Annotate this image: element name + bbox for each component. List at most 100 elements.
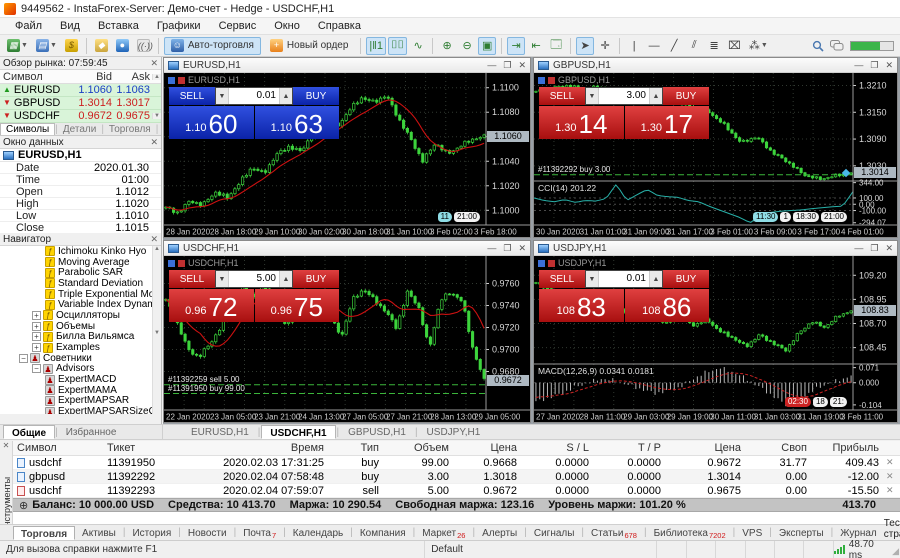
bottom-tab-статьи[interactable]: Статьи678 <box>584 526 644 540</box>
bottom-tab-маркет[interactable]: Маркет26 <box>415 526 472 540</box>
market-watch-row[interactable]: ▲EURUSD1.10601.1063 <box>0 84 161 97</box>
one-click-icon[interactable] <box>538 260 545 267</box>
market-watch-row[interactable]: ▼GBPUSD1.30141.3017 <box>0 97 161 110</box>
minimize-icon[interactable]: — <box>854 243 863 254</box>
accounts-button[interactable]: ● <box>113 37 132 55</box>
maximize-icon[interactable]: ❐ <box>870 243 878 254</box>
autoscroll-button[interactable]: ⇤ <box>527 37 545 55</box>
bottom-tab-компания[interactable]: Компания <box>353 526 413 540</box>
crosshair-button[interactable]: ✛ <box>596 37 614 55</box>
sell-price-button[interactable]: 10883 <box>539 289 624 322</box>
close-position-icon[interactable]: ✕ <box>883 457 894 468</box>
position-row[interactable]: gbpusd113922922020.02.04 07:58:48buy3.00… <box>13 470 900 484</box>
volume-value[interactable]: 3.00 <box>599 88 649 104</box>
volume-up-icon[interactable]: ▲ <box>279 88 292 104</box>
column-header-4[interactable]: Объем <box>383 442 453 454</box>
new-chart-button[interactable]: ▦▼ <box>4 37 31 55</box>
column-header-10[interactable]: Прибыль <box>811 442 883 454</box>
chart-window-titlebar[interactable]: EURUSD,H1—❐✕ <box>164 58 530 73</box>
tree-item-15[interactable]: ♟ExpertMAPSARSizeOptim <box>0 406 161 414</box>
trendline-button[interactable]: ╱ <box>665 37 683 55</box>
sell-price-button[interactable]: 0.9672 <box>169 289 254 322</box>
candles-chart-button[interactable]: ⌷⌷ <box>388 37 407 55</box>
bottom-tab-алерты[interactable]: Алерты <box>475 526 524 540</box>
one-click-icon[interactable] <box>168 260 175 267</box>
fibonacci-button[interactable]: ≣ <box>705 37 723 55</box>
zoom-out-button[interactable]: ⊖ <box>458 37 476 55</box>
tile-windows-button[interactable]: ▣ <box>478 37 496 55</box>
expand-icon[interactable]: + <box>32 311 41 320</box>
menu-item-4[interactable]: Сервис <box>210 19 266 33</box>
tree-item-11[interactable]: −♟Advisors <box>0 364 161 375</box>
volume-down-icon[interactable]: ▼ <box>586 271 599 287</box>
position-row[interactable]: usdchf113922932020.02.04 07:59:07sell5.0… <box>13 484 900 498</box>
zoom-in-button[interactable]: ⊕ <box>438 37 456 55</box>
sell-button[interactable]: SELL <box>539 270 585 288</box>
collapse-icon[interactable]: − <box>19 354 28 363</box>
maximize-icon[interactable]: ❐ <box>503 243 511 254</box>
autotrade-button[interactable]: ☺ Авто-торговля <box>164 37 261 55</box>
resize-grip[interactable]: ◢ <box>892 546 899 557</box>
scrollbar[interactable]: ▲ <box>152 74 161 80</box>
tree-item-5[interactable]: ƒVariable Index Dynamic A <box>0 299 161 310</box>
sell-button[interactable]: SELL <box>539 87 585 105</box>
bottom-tab-активы[interactable]: Активы <box>75 526 123 540</box>
line-chart-button[interactable]: ∿ <box>409 37 427 55</box>
column-header-2[interactable]: Время <box>198 442 328 454</box>
shift-end-button[interactable]: ⇥ <box>507 37 525 55</box>
text-tool-button[interactable]: ⌧ <box>725 37 744 55</box>
volume-up-icon[interactable]: ▲ <box>649 88 662 104</box>
bottom-tab-календарь[interactable]: Календарь <box>286 526 350 540</box>
close-position-icon[interactable]: ✕ <box>883 471 894 482</box>
expand-icon[interactable]: + <box>32 343 41 352</box>
tree-item-3[interactable]: ƒStandard Deviation <box>0 278 161 289</box>
menu-item-1[interactable]: Вид <box>51 19 89 33</box>
tree-item-8[interactable]: +ƒБилла Вильямса <box>0 332 161 343</box>
strategy-tester-link[interactable]: Тестер стратегий <box>884 518 900 540</box>
tree-item-12[interactable]: ♟ExpertMACD <box>0 374 161 385</box>
bottom-tab-библиотека[interactable]: Библиотека7202 <box>647 526 733 540</box>
buy-button[interactable]: BUY <box>663 87 709 105</box>
column-header-9[interactable]: Своп <box>745 442 811 454</box>
volume-up-icon[interactable]: ▲ <box>279 271 292 287</box>
expand-icon[interactable]: ⊕ <box>19 499 28 512</box>
volume-value[interactable]: 0.01 <box>229 88 279 104</box>
sell-button[interactable]: SELL <box>169 270 215 288</box>
vline-button[interactable]: | <box>625 37 643 55</box>
minimize-icon[interactable]: — <box>854 60 863 71</box>
minimize-icon[interactable]: — <box>487 60 496 71</box>
menu-item-0[interactable]: Файл <box>6 19 51 33</box>
hline-button[interactable]: — <box>645 37 663 55</box>
col-ask[interactable]: Ask <box>112 71 152 83</box>
chart-tab-1[interactable]: USDCHF,H1 <box>261 425 335 439</box>
buy-price-button[interactable]: 0.9675 <box>255 289 340 322</box>
minimize-icon[interactable]: — <box>487 243 496 254</box>
market-watch-close-icon[interactable]: ✕ <box>150 58 158 69</box>
close-icon[interactable]: ✕ <box>885 243 893 254</box>
column-header-3[interactable]: Тип <box>328 442 383 454</box>
column-header-0[interactable]: Символ <box>13 442 103 454</box>
tree-item-1[interactable]: ƒMoving Average <box>0 257 161 268</box>
sell-button[interactable]: SELL <box>169 87 215 105</box>
new-order-button[interactable]: + Новый ордер <box>263 37 356 55</box>
sell-price-button[interactable]: 1.3014 <box>539 106 624 139</box>
menu-item-3[interactable]: Графики <box>148 19 210 33</box>
templates-button[interactable]: 🗔 <box>547 37 565 55</box>
chart-window-titlebar[interactable]: USDCHF,H1—❐✕ <box>164 241 530 256</box>
chart-body[interactable]: 109.20108.95108.70108.450.0710.000-0.104… <box>534 256 897 422</box>
buy-button[interactable]: BUY <box>293 270 339 288</box>
volume-value[interactable]: 5.00 <box>229 271 279 287</box>
depth-of-market-button[interactable]: ◆ <box>92 37 111 55</box>
tree-item-6[interactable]: +ƒОсцилляторы <box>0 310 161 321</box>
chart-window-titlebar[interactable]: USDJPY,H1—❐✕ <box>534 241 897 256</box>
chart-tab-3[interactable]: USDJPY,H1 <box>419 425 489 439</box>
navigator-close-icon[interactable]: ✕ <box>150 234 158 245</box>
volume-value[interactable]: 0.01 <box>599 271 649 287</box>
maximize-icon[interactable]: ❐ <box>870 60 878 71</box>
tree-item-9[interactable]: +ƒExamples <box>0 342 161 353</box>
chart-body[interactable]: 0.97600.97400.97200.97000.968022 Jan 202… <box>164 256 530 422</box>
tree-item-13[interactable]: ♟ExpertMAMA <box>0 385 161 396</box>
navigator-tab-1[interactable]: Избранное <box>58 425 125 439</box>
maximize-icon[interactable]: ❐ <box>503 60 511 71</box>
channel-button[interactable]: ⫽ <box>685 37 703 55</box>
